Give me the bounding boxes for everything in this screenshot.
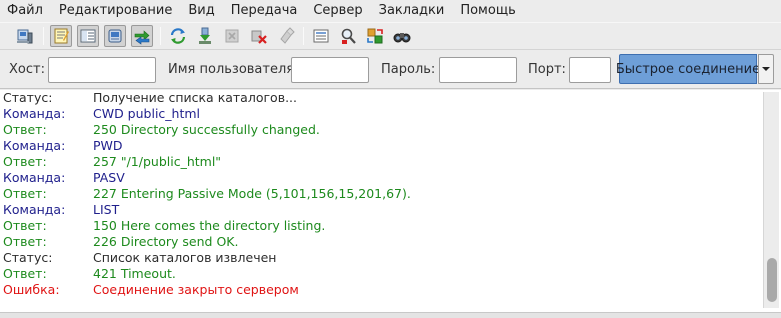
- log-scrollbar[interactable]: [763, 92, 779, 308]
- log-type: Команда:: [3, 138, 66, 153]
- menu-bookmarks[interactable]: Закладки: [371, 0, 453, 22]
- log-type: Ответ:: [3, 234, 47, 249]
- port-input[interactable]: [569, 57, 611, 83]
- toggle-remote-tree-icon[interactable]: [104, 25, 126, 47]
- log-type: Ответ:: [3, 186, 47, 201]
- log-type: Ошибка:: [3, 282, 60, 297]
- refresh-icon[interactable]: [167, 25, 189, 47]
- log-message: LIST: [93, 202, 120, 217]
- log-line: Статус: Получение списка каталогов...: [0, 90, 760, 106]
- username-input[interactable]: [291, 57, 369, 83]
- log-line: Команда: PWD: [0, 138, 760, 154]
- log-type: Команда:: [3, 106, 66, 121]
- log-line: Ошибка: Соединение закрыто сервером: [0, 282, 760, 298]
- log-message: Список каталогов извлечен: [93, 250, 277, 265]
- log-line: Команда: CWD public_html: [0, 106, 760, 122]
- log-message: 257 "/1/public_html": [93, 154, 222, 169]
- log-message: PASV: [93, 170, 125, 185]
- log-type: Ответ:: [3, 122, 47, 137]
- toggle-transfer-queue-icon[interactable]: [131, 25, 153, 47]
- password-label: Пароль:: [381, 62, 436, 77]
- username-label: Имя пользователя: [168, 62, 295, 77]
- log-line: Ответ: 150 Here comes the directory list…: [0, 218, 760, 234]
- log-type: Ответ:: [3, 218, 47, 233]
- menu-file[interactable]: Файл: [0, 0, 51, 22]
- search-remote-files-icon[interactable]: [391, 25, 413, 47]
- log-line: Ответ: 257 "/1/public_html": [0, 154, 760, 170]
- toolbar: [0, 22, 781, 50]
- cancel-operation-icon[interactable]: [221, 25, 243, 47]
- log-type: Команда:: [3, 202, 66, 217]
- log-line: Ответ: 226 Directory send OK.: [0, 234, 760, 250]
- log-message: 250 Directory successfully changed.: [93, 122, 320, 137]
- log-line: Статус: Список каталогов извлечен: [0, 250, 760, 266]
- toggle-local-tree-icon[interactable]: [77, 25, 99, 47]
- log-type: Команда:: [3, 170, 66, 185]
- log-message: 421 Timeout.: [93, 266, 176, 281]
- directory-filter-icon[interactable]: [310, 25, 332, 47]
- log-line: Ответ: 227 Entering Passive Mode (5,101,…: [0, 186, 760, 202]
- log-message: Получение списка каталогов...: [93, 90, 297, 105]
- menu-edit[interactable]: Редактирование: [51, 0, 180, 22]
- chevron-down-icon: [762, 67, 770, 71]
- password-input[interactable]: [439, 57, 517, 83]
- log-line: Команда: PASV: [0, 170, 760, 186]
- quickconnect-dropdown-button[interactable]: [758, 54, 774, 84]
- log-scrollbar-thumb[interactable]: [767, 258, 777, 302]
- menu-transfer[interactable]: Передача: [223, 0, 306, 22]
- log-line: Ответ: 250 Directory successfully change…: [0, 122, 760, 138]
- synchronized-browsing-icon[interactable]: [364, 25, 386, 47]
- log-type: Статус:: [3, 90, 53, 105]
- log-message: PWD: [93, 138, 123, 153]
- log-line: Команда: LIST: [0, 202, 760, 218]
- port-label: Порт:: [528, 62, 566, 77]
- log-type: Ответ:: [3, 154, 47, 169]
- log-message: Соединение закрыто сервером: [93, 282, 299, 297]
- log-message: 227 Entering Passive Mode (5,101,156,15,…: [93, 186, 411, 201]
- log-message: CWD public_html: [93, 106, 201, 121]
- quickconnect-button[interactable]: Быстрое соединение: [616, 54, 760, 84]
- log-type: Статус:: [3, 250, 53, 265]
- reconnect-icon[interactable]: [275, 25, 297, 47]
- toggle-message-log-icon[interactable]: [50, 25, 72, 47]
- message-log[interactable]: Статус: Получение списка каталогов... Ко…: [0, 90, 781, 312]
- log-line: Ответ: 421 Timeout.: [0, 266, 760, 282]
- menu-bar: Файл Редактирование Вид Передача Сервер …: [0, 0, 781, 22]
- compare-directories-icon[interactable]: [337, 25, 359, 47]
- host-label: Хост:: [9, 62, 45, 77]
- pane-splitter[interactable]: [0, 312, 781, 318]
- log-message: 150 Here comes the directory listing.: [93, 218, 326, 233]
- process-queue-icon[interactable]: [194, 25, 216, 47]
- menu-server[interactable]: Сервер: [305, 0, 370, 22]
- menu-help[interactable]: Помощь: [452, 0, 523, 22]
- log-message: 226 Directory send OK.: [93, 234, 239, 249]
- site-manager-icon[interactable]: [14, 25, 36, 47]
- disconnect-icon[interactable]: [248, 25, 270, 47]
- host-input[interactable]: [48, 57, 156, 83]
- menu-view[interactable]: Вид: [180, 0, 222, 22]
- log-type: Ответ:: [3, 266, 47, 281]
